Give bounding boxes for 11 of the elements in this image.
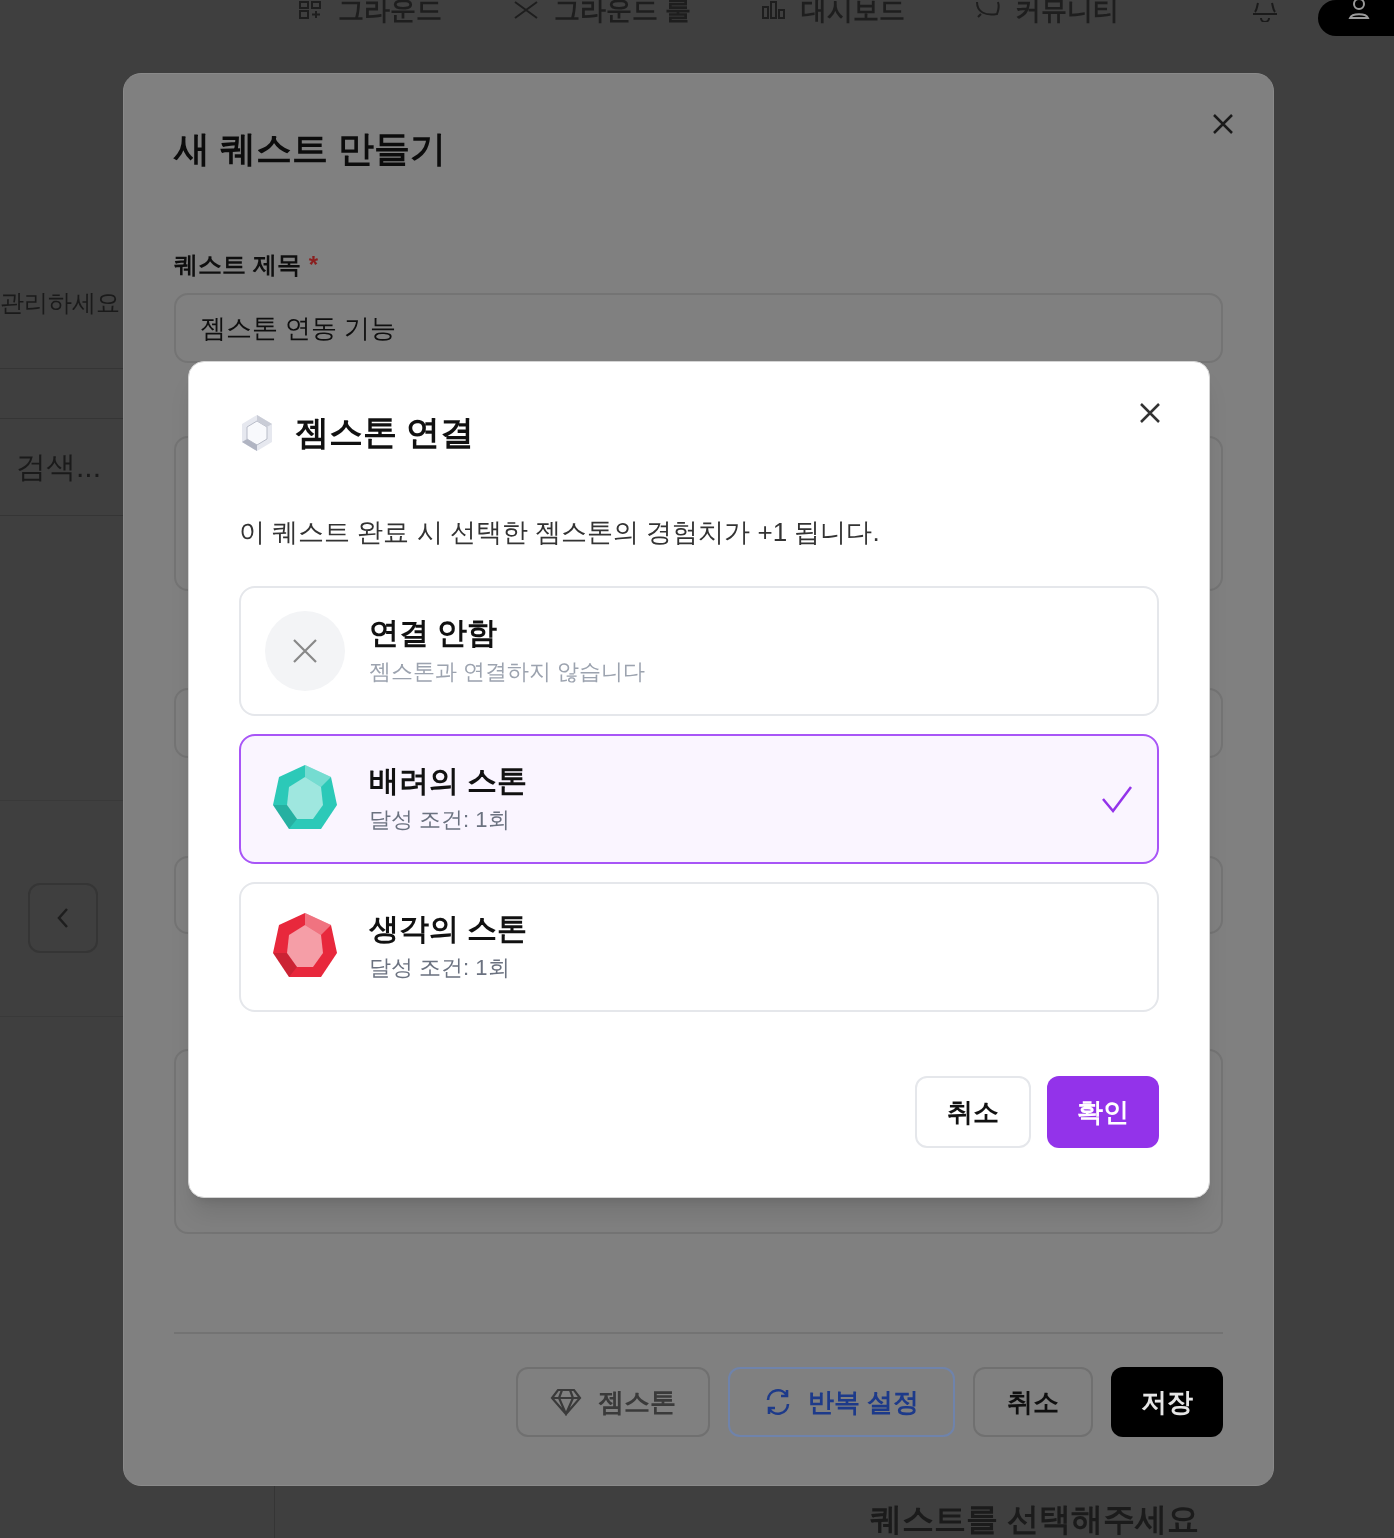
option-subtitle: 젬스톤과 연결하지 않습니다: [369, 658, 647, 686]
option-title: 배려의 스톤: [369, 763, 529, 799]
field-label: 퀘스트 제목: [174, 251, 301, 279]
dialog-title: 새 퀘스트 만들기: [174, 129, 446, 169]
dialog-title: 젬스톤 연결: [295, 412, 475, 453]
required-mark: *: [308, 251, 318, 279]
option-title: 생각의 스톤: [369, 911, 529, 947]
option-subtitle: 달성 조건: 1회: [369, 954, 511, 982]
option-subtitle: 달성 조건: 1회: [369, 806, 511, 834]
dialog-description: 이 퀘스트 완료 시 선택한 젬스톤의 경험치가 +1 됩니다.: [239, 516, 881, 549]
option-title: 연결 안함: [369, 615, 499, 651]
